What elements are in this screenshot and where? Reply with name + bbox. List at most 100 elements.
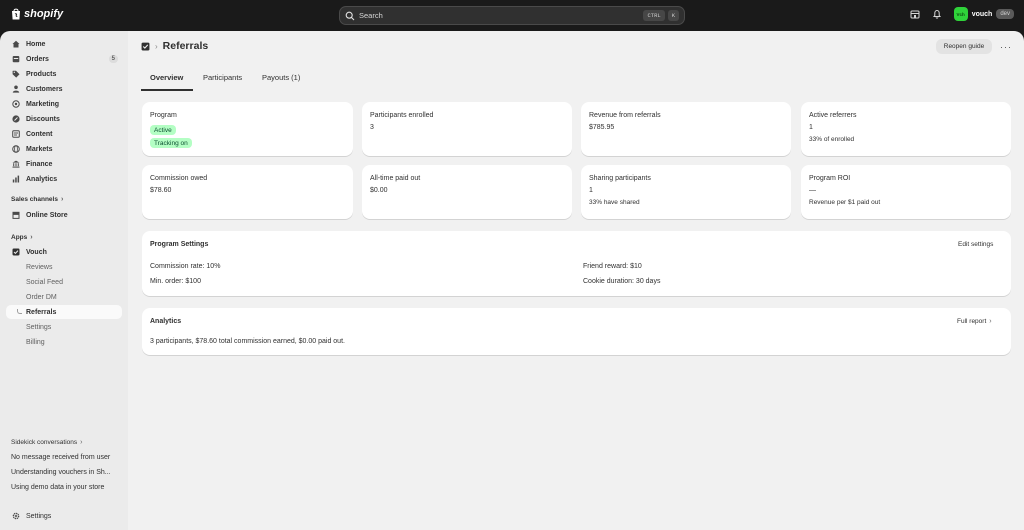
sales-channels-header[interactable]: Sales channels ›	[11, 196, 63, 203]
sidebar-item-label: Order DM	[26, 293, 57, 301]
sidebar-item-marketing[interactable]: Marketing	[6, 97, 122, 111]
participants-label: Participants enrolled	[370, 112, 434, 119]
shortcut-key-k: K	[667, 10, 679, 21]
sidebar-item-label: Content	[26, 130, 53, 138]
sidebar-item-label: Analytics	[26, 175, 58, 183]
sidebar-item-label: Finance	[26, 160, 53, 168]
store-name: vouch	[971, 10, 993, 18]
top-bar: shopify Search CTRL K Vch vouch dev	[0, 0, 1024, 31]
sidebar-item-label: Settings	[26, 323, 52, 331]
person-icon	[12, 85, 20, 93]
sidebar-item-reviews[interactable]: Reviews	[6, 260, 122, 274]
sidebar-item-label: Vouch	[26, 248, 47, 256]
sidebar-item-markets[interactable]: Markets	[6, 142, 122, 156]
bank-icon	[12, 160, 20, 168]
shopify-logo[interactable]: shopify	[11, 8, 63, 20]
sharing-card: Sharing participants 1 33% have shared	[581, 165, 791, 219]
paid-out-card: All-time paid out $0.00	[362, 165, 572, 219]
chevron-right-icon: ›	[989, 318, 992, 325]
analytics-summary: 3 participants, $78.60 total commission …	[150, 338, 345, 345]
full-report-link[interactable]: Full report ›	[957, 318, 992, 325]
search-bar[interactable]: Search CTRL K	[339, 6, 685, 25]
program-settings-card: Program Settings Edit settings Commissio…	[142, 231, 1011, 296]
target-icon	[12, 100, 20, 108]
gear-icon	[12, 512, 20, 520]
sidekick-conversation[interactable]: Using demo data in your store	[11, 484, 104, 491]
sidebar-item-products[interactable]: Products	[6, 67, 122, 81]
program-settings-title: Program Settings	[150, 241, 209, 248]
sidebar-item-vouch[interactable]: Vouch	[6, 245, 122, 259]
sidebar-item-settings[interactable]: Settings	[6, 509, 122, 523]
shortcut-key-ctrl: CTRL	[643, 10, 665, 21]
sidebar-item-label: Customers	[26, 85, 63, 93]
tab-payouts[interactable]: Payouts (1)	[262, 73, 300, 91]
discount-icon	[12, 115, 20, 123]
vouch-app-icon	[12, 248, 20, 256]
commission-value: $78.60	[150, 187, 172, 194]
store-icon[interactable]	[910, 9, 920, 19]
sidebar-item-label: Discounts	[26, 115, 60, 123]
commission-card: Commission owed $78.60	[142, 165, 353, 219]
sidekick-conversation[interactable]: Understanding vouchers in Sh...	[11, 469, 111, 476]
analytics-card: Analytics Full report › 3 participants, …	[142, 308, 1011, 355]
revenue-label: Revenue from referrals	[589, 112, 661, 119]
roi-card: Program ROI — Revenue per $1 paid out	[801, 165, 1011, 219]
sidebar-item-content[interactable]: Content	[6, 127, 122, 141]
sidebar-item-finance[interactable]: Finance	[6, 157, 122, 171]
sidebar-item-label: Orders	[26, 55, 49, 63]
tab-participants[interactable]: Participants	[203, 73, 242, 91]
full-report-label: Full report	[957, 318, 987, 325]
sidebar-item-order-dm[interactable]: Order DM	[6, 290, 122, 304]
sidebar-item-label: Settings	[26, 512, 52, 520]
orders-icon	[12, 56, 20, 63]
env-badge: dev	[996, 9, 1014, 19]
sharing-note: 33% have shared	[589, 199, 640, 206]
sidebar-item-analytics[interactable]: Analytics	[6, 172, 122, 186]
sidebar-item-label: Products	[26, 70, 57, 78]
store-avatar: Vch	[953, 7, 968, 21]
paid-out-value: $0.00	[370, 187, 388, 194]
apps-header[interactable]: Apps ›	[11, 234, 33, 241]
sidebar-item-label: Markets	[26, 145, 53, 153]
sharing-label: Sharing participants	[589, 175, 651, 182]
revenue-value: $785.95	[589, 124, 615, 131]
reopen-guide-button[interactable]: Reopen guide	[936, 39, 992, 54]
more-actions-button[interactable]: ···	[999, 39, 1013, 54]
sidebar-item-label: Reviews	[26, 263, 53, 271]
chevron-right-icon: ›	[30, 234, 33, 241]
roi-note: Revenue per $1 paid out	[809, 199, 881, 206]
sidebar-item-label: Social Feed	[26, 278, 63, 286]
sidebar-item-home[interactable]: Home	[6, 37, 122, 51]
sidekick-header[interactable]: Sidekick conversations ›	[11, 439, 82, 446]
chart-icon	[12, 175, 20, 183]
cookie-duration: Cookie duration: 30 days	[583, 278, 661, 285]
home-icon	[12, 40, 20, 48]
sidebar-item-referrals[interactable]: Referrals	[6, 305, 122, 319]
store-account-menu[interactable]: Vch vouch dev	[953, 7, 1014, 21]
sidebar-item-social-feed[interactable]: Social Feed	[6, 275, 122, 289]
program-label: Program	[150, 112, 177, 119]
analytics-title: Analytics	[150, 318, 182, 325]
search-placeholder: Search	[359, 11, 383, 20]
referrers-note: 33% of enrolled	[809, 136, 855, 143]
top-right-actions: Vch vouch dev	[910, 7, 1014, 21]
sidebar-item-customers[interactable]: Customers	[6, 82, 122, 96]
breadcrumb-separator: ›	[155, 41, 158, 51]
tab-overview[interactable]: Overview	[141, 73, 193, 91]
bell-icon[interactable]	[932, 9, 942, 19]
sharing-value: 1	[589, 187, 593, 194]
apps-label: Apps	[11, 234, 28, 241]
sidebar-item-app-settings[interactable]: Settings	[6, 320, 122, 334]
sidebar-item-online-store[interactable]: Online Store	[6, 208, 122, 222]
referrers-label: Active referrers	[809, 112, 857, 119]
sidekick-conversation[interactable]: No message received from user	[11, 454, 110, 461]
sidebar-item-discounts[interactable]: Discounts	[6, 112, 122, 126]
sidebar-item-orders[interactable]: Orders 5	[6, 52, 122, 66]
storefront-icon	[12, 211, 20, 219]
edit-settings-link[interactable]: Edit settings	[958, 241, 993, 248]
sidebar-item-billing[interactable]: Billing	[6, 335, 122, 349]
sidebar-item-label: Online Store	[26, 211, 68, 219]
orders-count-badge: 5	[108, 55, 118, 63]
referrers-value: 1	[809, 124, 813, 131]
program-card: Program Active Tracking on	[142, 102, 353, 156]
